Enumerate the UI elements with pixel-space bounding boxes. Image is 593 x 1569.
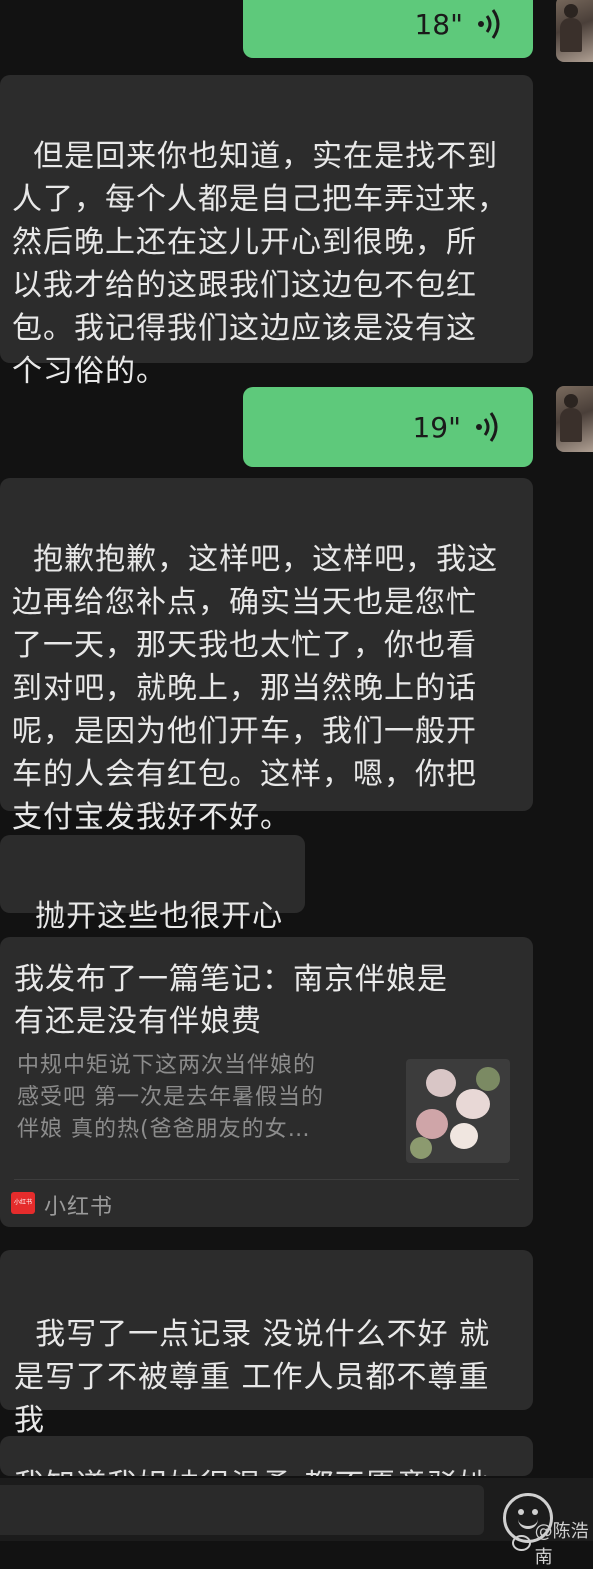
avatar[interactable] — [556, 0, 593, 62]
weibo-icon — [512, 1535, 531, 1551]
message-bubble[interactable]: 我写了一点记录 没说什么不好 就 是写了不被尊重 工作人员都不尊重 我 — [0, 1250, 533, 1438]
input-bar — [0, 1478, 593, 1543]
message-text: 我写了一点记录 没说什么不好 就 是写了不被尊重 工作人员都不尊重 我 — [14, 1317, 491, 1438]
watermark-text: @陈浩南 — [534, 1521, 589, 1568]
voice-duration: 19" — [412, 410, 461, 444]
card-source-name: 小红书 — [44, 1195, 114, 1220]
message-input[interactable] — [0, 1485, 484, 1535]
message-bubble[interactable]: 抛开这些也很开心 — [0, 835, 305, 934]
message-text: 我知道我姐妹很温柔 都不愿意驳她 — [14, 1460, 524, 1476]
message-bubble[interactable]: 但是回来你也知道，实在是找不到 人了，每个人都是自己把车弄过来， 然后晚上还在这… — [0, 75, 533, 389]
message-text: 抛开这些也很开心 — [35, 899, 284, 934]
voice-message-bubble[interactable]: 19" — [243, 387, 533, 467]
weibo-watermark: @陈浩南 — [512, 1517, 593, 1569]
message-text: 抱歉抱歉，这样吧，这样吧，我这 边再给您补点，确实当天也是您忙 了一天，那天我也… — [12, 542, 499, 835]
card-divider — [14, 1179, 519, 1180]
card-title: 我发布了一篇笔记：南京伴娘是 有还是没有伴娘费 — [14, 962, 448, 1039]
voice-message-bubble[interactable]: 18" — [243, 0, 533, 58]
message-bubble[interactable]: 抱歉抱歉，这样吧，这样吧，我这 边再给您补点，确实当天也是您忙 了一天，那天我也… — [0, 478, 533, 835]
message-bubble[interactable]: 我知道我姐妹很温柔 都不愿意驳她 — [0, 1436, 533, 1476]
voice-duration: 18" — [414, 7, 463, 41]
card-description: 中规中矩说下这两次当伴娘的 感受吧 第一次是去年暑假当的 伴娘 真的热(爸爸朋友… — [17, 1053, 324, 1142]
card-thumbnail-image — [406, 1059, 510, 1163]
xiaohongshu-logo-icon: 小红书 — [11, 1192, 35, 1214]
avatar[interactable] — [556, 386, 593, 452]
shared-note-card[interactable]: 我发布了一篇笔记：南京伴娘是 有还是没有伴娘费 中规中矩说下这两次当伴娘的 感受… — [0, 937, 533, 1227]
voice-wave-icon — [478, 9, 500, 39]
voice-wave-icon — [476, 412, 498, 442]
message-text: 但是回来你也知道，实在是找不到 人了，每个人都是自己把车弄过来， 然后晚上还在这… — [12, 139, 508, 389]
